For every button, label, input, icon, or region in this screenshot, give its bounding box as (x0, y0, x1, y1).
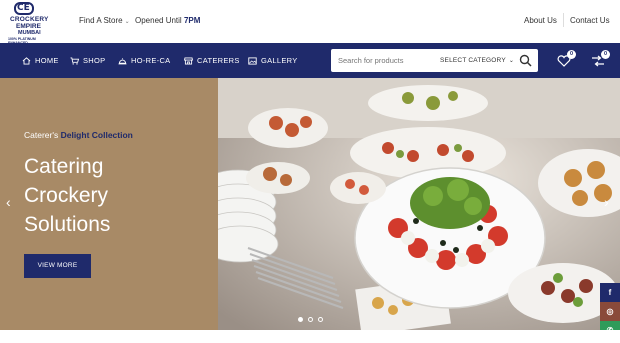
about-us-link[interactable]: About Us (524, 16, 557, 25)
slider-dots (298, 317, 323, 322)
gallery-icon (248, 56, 257, 65)
facebook-button[interactable]: f (600, 283, 620, 302)
chevron-down-icon: ⌄ (508, 58, 515, 64)
hero-subtitle-prefix: Caterer's (24, 130, 59, 140)
hero-title-line-1: Catering (24, 155, 104, 178)
nav-item-home[interactable]: HOME (22, 56, 59, 65)
hero-text-panel: Caterer's Delight Collection Catering Cr… (0, 78, 218, 330)
instagram-icon: ◎ (606, 307, 614, 316)
nav-label: GALLERY (261, 56, 298, 65)
main-nav: HOME SHOP HO-RE-CA CATERERS GALLERY SELE… (0, 43, 620, 78)
hero-title-line-2: Crockery (24, 184, 109, 207)
contact-us-link[interactable]: Contact Us (570, 16, 610, 25)
slider-dot[interactable] (308, 317, 313, 322)
nav-label: SHOP (83, 56, 106, 65)
logo-line-1: CROCKERY (10, 16, 49, 23)
search-bar: SELECT CATEGORY⌄ (331, 49, 538, 72)
home-icon (22, 56, 31, 65)
compare-count-badge: 0 (601, 50, 610, 59)
slider-dot[interactable] (298, 317, 303, 322)
view-more-button[interactable]: VIEW MORE (24, 254, 91, 278)
nav-item-shop[interactable]: SHOP (70, 56, 105, 65)
divider (563, 13, 564, 27)
nav-item-horeca[interactable]: HO-RE-CA (118, 56, 170, 65)
wishlist-count-badge: 0 (567, 50, 576, 59)
logo-mark: CE (17, 3, 30, 13)
category-select-label: SELECT CATEGORY (440, 57, 506, 64)
slider-next-arrow[interactable]: › (604, 194, 609, 210)
brand-logo[interactable]: CE CROCKERY EMPIRE MUMBAI 100% PLATINUM … (6, 2, 56, 45)
nav-label: CATERERS (197, 56, 240, 65)
find-store-label: Find A Store (79, 16, 123, 25)
instagram-button[interactable]: ◎ (600, 302, 620, 321)
opened-label: Opened Until (135, 16, 182, 25)
hero-subtitle-highlight: Delight Collection (60, 130, 133, 140)
category-select[interactable]: SELECT CATEGORY ⌄ (440, 57, 514, 64)
opened-time: 7PM (183, 16, 201, 25)
opening-hours: Opened Until 7PM (135, 16, 200, 25)
cloche-icon (118, 57, 127, 64)
top-bar: CE CROCKERY EMPIRE MUMBAI 100% PLATINUM … (0, 0, 620, 45)
logo-line-2: EMPIRE (16, 23, 41, 30)
nav-label: HO-RE-CA (131, 56, 171, 65)
find-store-link[interactable]: Find A Store ⌄ (79, 16, 130, 25)
nav-label: HOME (35, 56, 59, 65)
search-icon[interactable] (519, 54, 532, 67)
cart-icon (70, 56, 79, 65)
hero-title-line-3: Solutions (24, 213, 111, 236)
nav-item-gallery[interactable]: GALLERY (248, 56, 298, 65)
facebook-icon: f (608, 288, 612, 297)
slider-dot[interactable] (318, 317, 323, 322)
shop-icon (184, 56, 193, 65)
page-bottom (0, 330, 620, 343)
logo-line-3: MUMBAI (18, 30, 41, 36)
search-input[interactable] (338, 56, 433, 65)
chevron-down-icon: ⌄ (124, 19, 130, 25)
nav-item-caterers[interactable]: CATERERS (184, 56, 240, 65)
hero-food-image (218, 78, 620, 330)
hero-slider: Caterer's Delight Collection Catering Cr… (0, 78, 620, 330)
hero-subtitle: Caterer's Delight Collection (24, 130, 133, 140)
slider-prev-arrow[interactable]: ‹ (6, 194, 11, 210)
